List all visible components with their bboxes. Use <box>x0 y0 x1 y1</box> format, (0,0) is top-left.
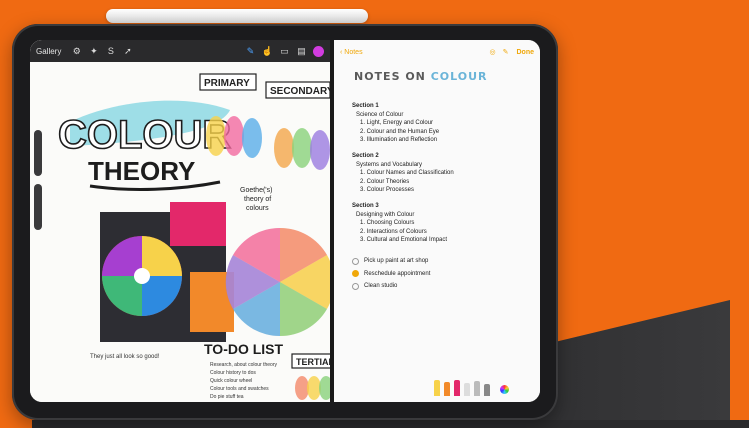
eraser-icon[interactable]: ▭ <box>279 46 290 57</box>
section-3-item: 2. Interactions of Colours <box>360 228 427 235</box>
brush-icon[interactable]: ✎ <box>245 46 256 57</box>
todo-title: TO-DO LIST <box>204 341 284 357</box>
ipad-device: Gallery ⚙ ✦ S ➚ ✎ ☝ ▭ ▤ COLOUR THEORY PR… <box>12 24 558 420</box>
eraser-tool[interactable] <box>464 383 470 396</box>
section-1-subtitle: Science of Colour <box>356 111 404 118</box>
section-3-subtitle: Designing with Colour <box>356 211 415 218</box>
todo-item-2: Colour history to dos <box>210 370 256 376</box>
checkbox[interactable] <box>352 282 359 290</box>
section-3-item: 3. Cultural and Emotional Impact <box>360 237 448 244</box>
section-1-item: 1. Light, Energy and Colour <box>360 120 434 127</box>
goethe-note-line2: theory of <box>244 196 271 203</box>
lasso-tool[interactable] <box>474 381 480 396</box>
they-note: They just all look so good! <box>90 354 160 360</box>
procreate-pane: Gallery ⚙ ✦ S ➚ ✎ ☝ ▭ ▤ COLOUR THEORY PR… <box>30 40 330 402</box>
canvas-title-theory: THEORY <box>88 156 195 186</box>
color-wheel-icon[interactable] <box>500 385 509 394</box>
selection-icon[interactable]: S <box>105 46 116 57</box>
notes-title-accent: COLOUR <box>430 70 488 83</box>
todo-item-4: Colour tools and swatches <box>210 386 269 392</box>
label-tertiary: TERTIARY <box>296 357 330 367</box>
section-1-item: 2. Colour and the Human Eye <box>360 128 440 135</box>
markup-icon[interactable]: ✎ <box>503 48 509 56</box>
section-1-item: 3. Illumination and Reflection <box>360 137 438 144</box>
todo-item-3: Quick colour wheel <box>210 378 252 384</box>
section-2-item: 1. Colour Names and Classification <box>360 170 454 177</box>
ipad-screen: Gallery ⚙ ✦ S ➚ ✎ ☝ ▭ ▤ COLOUR THEORY PR… <box>30 40 540 402</box>
checklist-item[interactable]: Reschedule appointment <box>352 270 536 279</box>
notes-pane: ‹ Notes ◎ ✎ Done NOTES ON COLOUR Section… <box>334 40 540 402</box>
label-primary: PRIMARY <box>204 78 250 89</box>
section-3-heading: Section 3 <box>352 202 379 209</box>
checklist-text: Clean studio <box>364 283 398 290</box>
wrench-icon[interactable]: ⚙ <box>71 46 82 57</box>
pencil-tool[interactable] <box>454 380 460 396</box>
canvas-title-colour: COLOUR <box>58 113 231 157</box>
notes-body[interactable]: Section 1 Science of Colour 1. Light, En… <box>352 102 536 291</box>
color-picker-icon[interactable] <box>313 45 324 57</box>
checklist-item[interactable]: Clean studio <box>352 282 536 291</box>
notes-title-prefix: NOTES ON <box>354 70 426 83</box>
checklist-text: Reschedule appointment <box>364 270 431 277</box>
section-2-heading: Section 2 <box>352 152 379 159</box>
goethe-note-line1: Goethe('s) <box>240 187 272 194</box>
section-1-heading: Section 1 <box>352 103 379 109</box>
gallery-button[interactable]: Gallery <box>36 47 61 56</box>
todo-item-5: Do pie stuff tea <box>210 394 244 400</box>
layers-icon[interactable]: ▤ <box>296 46 307 57</box>
apple-pencil <box>106 9 368 23</box>
camera-icon[interactable]: ◎ <box>490 48 496 56</box>
done-button[interactable]: Done <box>517 49 535 56</box>
magic-wand-icon[interactable]: ✦ <box>88 46 99 57</box>
label-secondary: SECONDARY <box>270 86 330 97</box>
marker-tool[interactable] <box>444 382 450 396</box>
keyboard-base <box>32 420 749 428</box>
notes-toolbar: ‹ Notes ◎ ✎ Done <box>334 40 540 64</box>
procreate-toolbar: Gallery ⚙ ✦ S ➚ ✎ ☝ ▭ ▤ <box>30 40 330 62</box>
notes-back-label: Notes <box>344 48 363 56</box>
ruler-tool[interactable] <box>484 384 490 396</box>
markup-tool-palette <box>434 376 534 396</box>
canvas-artwork: COLOUR THEORY PRIMARY SECONDARY Goethe('… <box>57 73 330 400</box>
section-3-item: 1. Choosing Colours <box>360 220 415 227</box>
goethe-note-line3: colours <box>246 205 269 212</box>
checkbox[interactable] <box>352 257 359 265</box>
checklist-text: Pick up paint at art shop <box>364 257 429 264</box>
pen-tool[interactable] <box>434 380 440 396</box>
todo-item-1: Research, about colour theory <box>210 362 277 368</box>
checkbox-checked[interactable] <box>352 270 359 278</box>
section-2-item: 3. Colour Processes <box>360 187 415 194</box>
smudge-icon[interactable]: ☝ <box>262 46 273 57</box>
move-icon[interactable]: ➚ <box>122 46 133 57</box>
checklist-item[interactable]: Pick up paint at art shop <box>352 257 536 266</box>
notes-back-button[interactable]: ‹ Notes <box>340 49 483 56</box>
section-2-subtitle: Systems and Vocabulary <box>356 161 423 168</box>
section-2-item: 2. Colour Theories <box>360 178 410 185</box>
notes-title: NOTES ON COLOUR <box>354 70 488 83</box>
